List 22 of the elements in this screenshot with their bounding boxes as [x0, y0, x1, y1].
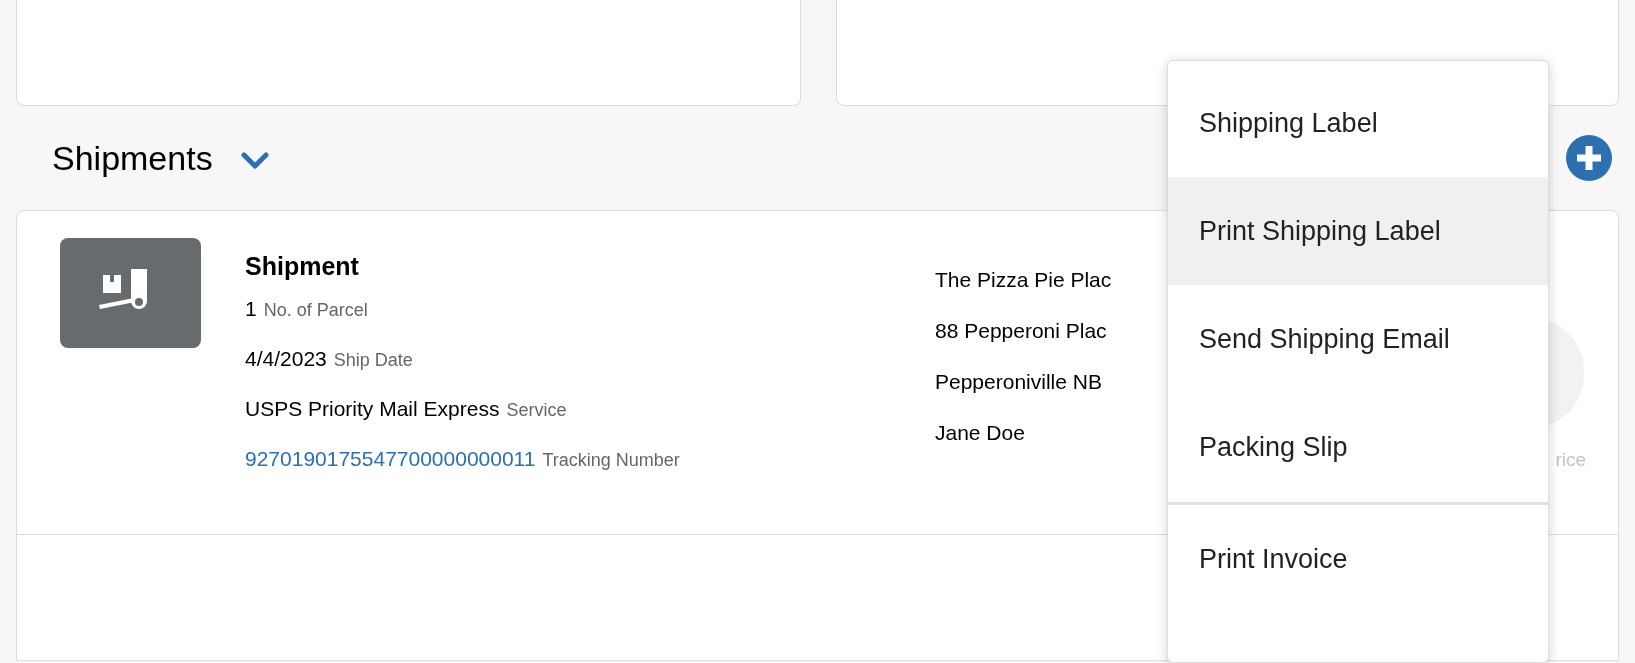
field-value: 4/4/2023	[245, 346, 327, 372]
address-line: 88 Pepperoni Plac	[935, 318, 1108, 344]
field-label: Tracking Number	[542, 449, 680, 472]
chevron-down-icon[interactable]	[240, 152, 269, 170]
field-label: No. of Parcel	[263, 299, 368, 322]
field-value: 1	[245, 296, 257, 322]
menu-item[interactable]: Shipping Label	[1168, 69, 1548, 177]
add-icon[interactable]	[1566, 135, 1612, 181]
field-value: USPS Priority Mail Express	[245, 396, 500, 422]
menu-item[interactable]: Send Shipping Email	[1168, 285, 1548, 393]
field-label: Service	[506, 399, 567, 422]
section-title: Shipments	[52, 137, 213, 179]
address-line: Pepperoniville NB	[935, 369, 1103, 395]
menu-item[interactable]: Print Shipping Label	[1168, 177, 1548, 285]
shipment-title: Shipment	[245, 251, 360, 282]
tracking-link[interactable]: 9270190175547700000000011	[245, 443, 536, 475]
field-label: rice	[1555, 448, 1586, 472]
menu-item[interactable]: Print Invoice	[1168, 505, 1548, 613]
address-line: Jane Doe	[935, 420, 1026, 446]
menu-item[interactable]: Packing Slip	[1168, 393, 1548, 501]
field-label: Ship Date	[333, 349, 413, 372]
address-line: The Pizza Pie Plac	[935, 267, 1112, 293]
